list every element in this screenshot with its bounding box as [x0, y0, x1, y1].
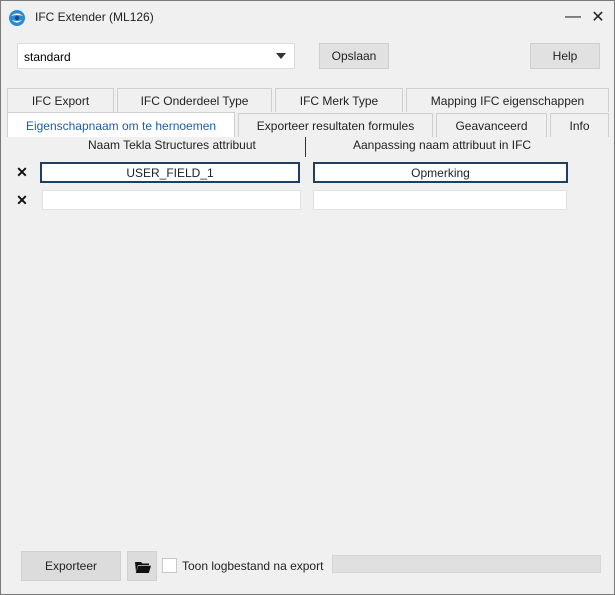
open-folder-button[interactable] — [127, 551, 157, 581]
tab-eigenschapnaam-hernoemen[interactable]: Eigenschapnaam om te hernoemen — [7, 112, 235, 138]
tab-geavanceerd[interactable]: Geavanceerd — [436, 113, 547, 137]
column-header-ifc-attribute: Aanpassing naam attribuut in IFC — [353, 138, 532, 152]
app-window: IFC Extender (ML126) — ✕ standard Opslaa… — [0, 0, 615, 595]
window-title: IFC Extender (ML126) — [35, 10, 154, 24]
export-button[interactable]: Exporteer — [21, 551, 121, 581]
column-separator — [305, 137, 306, 157]
tab-ifc-onderdeel-type[interactable]: IFC Onderdeel Type — [117, 88, 272, 112]
chevron-down-icon — [276, 53, 286, 59]
folder-icon — [135, 562, 151, 573]
export-progress-bar — [332, 555, 601, 573]
title-bar: IFC Extender (ML126) — ✕ — [1, 1, 614, 33]
tekla-attribute-input[interactable] — [42, 190, 301, 210]
delete-row-icon[interactable]: ✕ — [16, 192, 28, 209]
show-log-checkbox[interactable] — [162, 558, 177, 573]
tekla-attribute-input[interactable]: USER_FIELD_1 — [40, 162, 300, 183]
profile-dropdown-value: standard — [24, 50, 71, 64]
delete-row-icon[interactable]: ✕ — [16, 164, 28, 181]
tab-ifc-merk-type[interactable]: IFC Merk Type — [275, 88, 403, 112]
tab-ifc-export[interactable]: IFC Export — [7, 88, 114, 112]
tab-exporteer-resultaten-formules[interactable]: Exporteer resultaten formules — [238, 113, 433, 137]
save-button[interactable]: Opslaan — [319, 43, 389, 69]
ifc-attribute-input[interactable] — [313, 190, 567, 210]
help-button[interactable]: Help — [530, 43, 600, 69]
close-button[interactable]: ✕ — [586, 1, 610, 33]
profile-dropdown[interactable]: standard — [17, 43, 295, 69]
app-logo-icon — [9, 10, 25, 26]
column-header-tekla-attribute: Naam Tekla Structures attribuut — [88, 138, 256, 152]
minimize-button[interactable]: — — [561, 1, 585, 33]
ifc-attribute-input[interactable]: Opmerking — [313, 162, 568, 183]
show-log-label: Toon logbestand na export — [182, 559, 324, 573]
tab-info[interactable]: Info — [550, 113, 609, 137]
tab-mapping-ifc-eigenschappen[interactable]: Mapping IFC eigenschappen — [406, 88, 609, 112]
